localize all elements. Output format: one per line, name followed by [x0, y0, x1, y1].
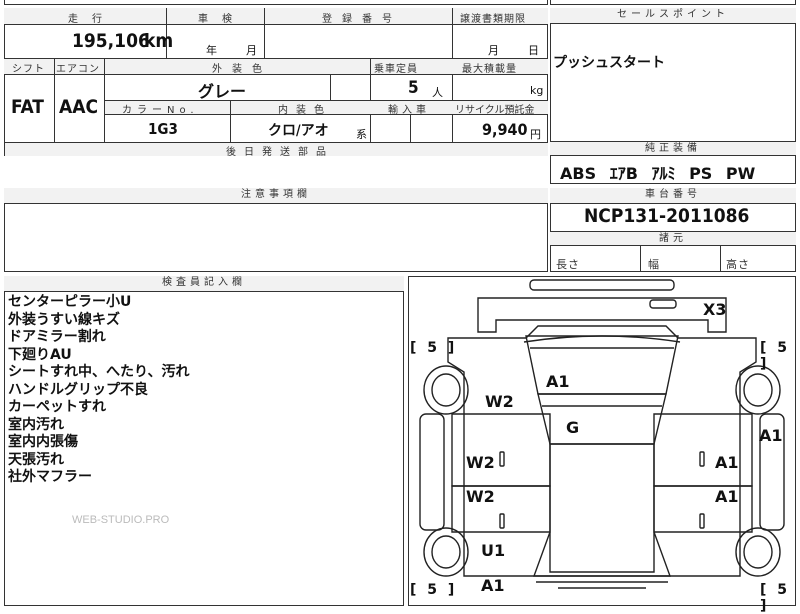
equipment-item: PS: [689, 164, 713, 183]
car-outline-diagram: [419, 279, 785, 589]
capacity-label: 乗車定員: [374, 64, 418, 75]
equipment-item: PW: [725, 164, 756, 183]
interior-color-label: 内装色: [278, 105, 332, 116]
exterior-color-label: 外装色: [212, 64, 272, 75]
transfer-day-unit: 日: [528, 44, 539, 57]
recycle-value: 9,940: [482, 120, 528, 139]
damage-mark-x3: X3: [703, 300, 727, 319]
divider-2: [264, 8, 265, 58]
later-parts-label: 後日発送部品: [226, 147, 334, 158]
color-no-value: 1G3: [148, 120, 178, 138]
tire-rear-right-value: 5: [777, 582, 791, 598]
height-label: 高さ: [726, 258, 750, 271]
damage-mark-glass: G: [566, 418, 580, 437]
capacity-unit: 人: [432, 86, 443, 99]
shift-divider: [54, 58, 55, 142]
aircon-label: エアコン: [56, 64, 100, 75]
import-label: 輸入車: [388, 105, 430, 116]
note-line: カーペットすれ: [8, 399, 106, 415]
standard-equipment-header: 純正装備: [550, 142, 796, 156]
note-line: センターピラー小U: [8, 294, 132, 310]
note-line: 天張汚れ: [8, 451, 64, 468]
length-divider: [640, 246, 641, 272]
mileage-value: 195,106: [72, 30, 150, 52]
recycle-unit: 円: [530, 128, 541, 141]
recycle-label: リサイクル預託金: [455, 105, 535, 116]
month-unit: 月: [246, 44, 257, 57]
inspector-notes: センターピラー小U 外装うすい線キズ ドアミラー割れ 下廻りAU シートすれ中、…: [8, 294, 398, 487]
top-strip-right: [550, 0, 796, 5]
equipment-item: ｴｱB: [609, 164, 638, 183]
damage-mark-rear-door-left: W2: [466, 487, 495, 506]
damage-mark-rear: A1: [481, 576, 505, 595]
shift-value: FAT: [11, 96, 44, 118]
import-left-divider: [410, 114, 411, 142]
max-load-label: 最大積載量: [462, 64, 517, 75]
mileage-unit: km: [144, 30, 174, 52]
load-unit: kg: [530, 84, 544, 97]
equipment-item: ｱﾙﾐ: [651, 164, 676, 183]
damage-mark-front-door-left: W2: [466, 453, 495, 472]
selling-points-box: [550, 8, 796, 142]
caution-header: 注意事項欄: [4, 188, 548, 204]
note-line: 室内汚れ: [8, 416, 64, 433]
color-no-label: カラーNo.: [122, 105, 199, 116]
divider-3: [452, 8, 453, 156]
color-mid-divider: [330, 74, 331, 100]
shift-label: シフト: [12, 64, 45, 75]
standard-equipment-list: ABS ｴｱB ｱﾙﾐ PS PW: [560, 160, 755, 184]
interior-color-value: クロ/アオ: [268, 123, 329, 139]
equipment-item: ABS: [560, 164, 597, 183]
tire-rear-left-value: 5: [427, 582, 441, 598]
damage-mark-rear-left: U1: [481, 541, 506, 560]
chassis-value: NCP131-2011086: [584, 205, 750, 227]
transfer-label: 譲渡書類期限: [460, 14, 526, 25]
note-line: 社外マフラー: [8, 469, 92, 485]
width-divider: [720, 246, 721, 272]
inspector-header: 検査員記入欄: [4, 276, 404, 292]
color-no-divider: [230, 100, 231, 142]
aircon-value: AAC: [59, 96, 99, 118]
damage-mark-rear-door-right: A1: [715, 487, 739, 506]
tire-front-right-value: 5: [777, 340, 791, 356]
note-line: ハンドルグリップ不良: [8, 381, 148, 398]
width-label: 幅: [648, 258, 660, 271]
tire-rear-right: [ 5 ]: [760, 582, 791, 614]
length-label: 長さ: [556, 258, 580, 271]
damage-mark-front-door-right: A1: [715, 453, 739, 472]
transfer-month-unit: 月: [488, 44, 499, 57]
chassis-header: 車台番号: [550, 188, 796, 204]
dimensions-header: 諸元: [550, 232, 796, 246]
note-line: 下廻りAU: [8, 346, 72, 363]
mileage-label: 走行: [68, 14, 116, 25]
damage-mark-front-left: W2: [485, 392, 514, 411]
note-line: ドアミラー割れ: [8, 329, 106, 345]
tire-front-left: [ 5 ]: [410, 340, 458, 356]
year-unit: 年: [206, 44, 217, 57]
top-strip: [4, 0, 548, 5]
note-line: シートすれ中、へたり、汚れ: [8, 364, 190, 380]
capacity-value: 5: [408, 78, 419, 98]
tire-rear-left: [ 5 ]: [410, 582, 458, 598]
watermark: WEB-STUDIO.PRO: [72, 514, 170, 526]
selling-point-text: プッシュスタート: [553, 55, 665, 71]
damage-mark-hood: A1: [546, 372, 570, 391]
tire-front-right: [ 5 ]: [760, 340, 791, 372]
exterior-color-value: グレー: [198, 82, 247, 101]
tire-front-left-value: 5: [427, 340, 441, 356]
inspection-label: 車検: [198, 14, 246, 25]
registration-label: 登録番号: [322, 14, 402, 25]
note-line: 外装うすい線キズ: [8, 311, 120, 328]
damage-mark-right-fender: A1: [759, 426, 783, 445]
interior-suffix: 系: [356, 128, 367, 141]
note-line: 室内内張傷: [8, 434, 78, 450]
selling-points-header: セールスポイント: [550, 8, 796, 24]
